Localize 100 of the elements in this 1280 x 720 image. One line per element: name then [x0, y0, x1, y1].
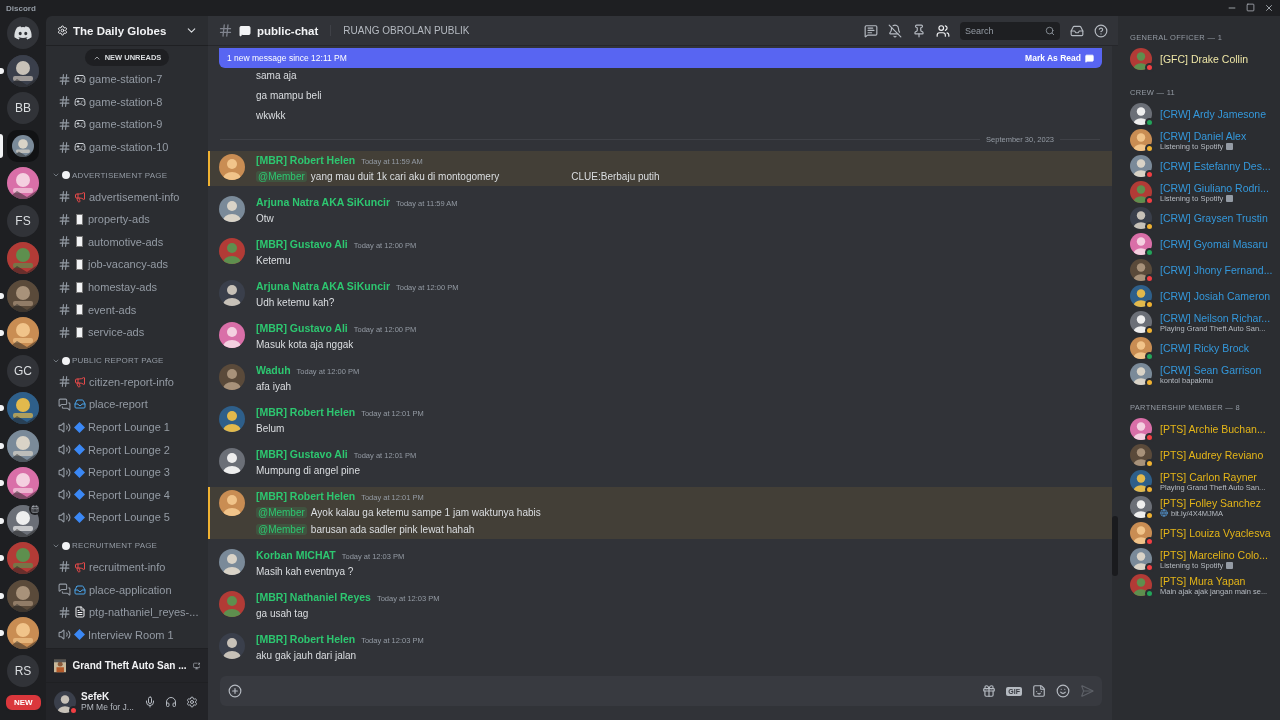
message-author[interactable]: Korban MICHAT [256, 549, 336, 561]
muted-bell-icon[interactable] [888, 23, 902, 38]
channel-item[interactable]: place-report [52, 393, 202, 416]
server-icon[interactable] [7, 617, 39, 649]
server-icon[interactable] [7, 167, 39, 199]
server-icon[interactable]: GC [7, 354, 39, 387]
member-item[interactable]: [CRW] Jhony Fernand... [1130, 257, 1280, 283]
channel-item[interactable]: game-station-10 [52, 135, 202, 159]
member-item[interactable]: [CRW] Gyomai Masaru [1130, 231, 1280, 257]
server-icon[interactable] [7, 504, 39, 537]
emoji-icon[interactable] [1056, 684, 1070, 698]
server-icon[interactable]: BB [7, 92, 39, 124]
channel-item[interactable]: advertisement-info [52, 185, 202, 208]
message-author[interactable]: Waduh [256, 364, 291, 376]
channel-item[interactable]: job-vacancy-ads [52, 253, 202, 276]
scrollbar-thumb[interactable] [1112, 516, 1118, 576]
server-icon[interactable] [7, 429, 39, 462]
avatar [1130, 155, 1152, 177]
server-icon[interactable] [7, 317, 39, 349]
inbox-icon[interactable] [1070, 23, 1084, 38]
channel-item[interactable]: Report Lounge 4 [52, 483, 202, 507]
channel-item[interactable]: ptg-nathaniel_reyes-... [52, 600, 202, 624]
channel-item[interactable]: game-station-8 [52, 90, 202, 114]
channel-item[interactable]: property-ads [52, 207, 202, 231]
hash-icon [58, 235, 71, 249]
server-name[interactable]: The Daily Globes [73, 24, 180, 37]
mention[interactable]: @Member [256, 506, 307, 518]
channel-item[interactable]: place-application [52, 578, 202, 601]
server-icon[interactable] [7, 129, 39, 162]
gift-icon[interactable] [982, 684, 997, 698]
channel-item[interactable]: game-station-9 [52, 113, 202, 136]
member-item[interactable]: [CRW] Josiah Cameron [1130, 283, 1280, 309]
member-item[interactable]: [PTS] Louiza Vyaclesva [1130, 520, 1280, 546]
server-icon[interactable] [7, 579, 39, 612]
mention[interactable]: @Member [256, 523, 307, 535]
avatar [1130, 129, 1152, 151]
server-icon[interactable]: RS [7, 654, 39, 687]
diamond-icon [74, 466, 85, 478]
avatar [1130, 363, 1152, 385]
maximize-icon[interactable] [1246, 3, 1255, 12]
channel-item[interactable]: game-station-7 [52, 68, 202, 91]
hash-icon [58, 560, 71, 574]
mark-as-read-button[interactable]: Mark As Read [1025, 53, 1094, 63]
avatar [219, 591, 245, 617]
channel-item[interactable]: Report Lounge 2 [52, 438, 202, 461]
channel-item[interactable]: Report Lounge 5 [52, 506, 202, 529]
member-name: [PTS] Folley Sanchez [1160, 496, 1261, 509]
sticker-icon[interactable] [1032, 684, 1046, 698]
server-icon[interactable] [7, 467, 39, 499]
category-name[interactable]: ADVERTISEMENT PAGE [72, 170, 168, 180]
members-icon[interactable] [936, 23, 950, 38]
channel-item[interactable]: Interview Room 1 [52, 623, 202, 647]
category-name[interactable]: PUBLIC REPORT PAGE [72, 356, 164, 366]
message-author[interactable]: Arjuna Natra AKA SiKuncir [256, 196, 390, 208]
search-field[interactable]: Search [960, 21, 1060, 40]
server-icon[interactable] [7, 279, 39, 312]
member-item[interactable]: [GFC] Drake Collin [1130, 46, 1280, 72]
gamepad-icon [74, 73, 86, 86]
message-author[interactable]: [MBR] Gustavo Ali [256, 448, 348, 460]
threads-icon[interactable] [864, 23, 878, 38]
server-icon[interactable] [7, 54, 39, 87]
member-item[interactable]: [CRW] Graysen Trustin [1130, 205, 1280, 231]
member-item[interactable]: [CRW] Estefanny Des... [1130, 153, 1280, 179]
globe-icon [1160, 509, 1168, 517]
pin-icon[interactable] [912, 23, 926, 38]
message-author[interactable]: [MBR] Gustavo Ali [256, 322, 348, 334]
message-author[interactable]: [MBR] Robert Helen [256, 633, 356, 645]
message-author[interactable]: [MBR] Nathaniel Reyes [256, 591, 371, 603]
message-author[interactable]: [MBR] Gustavo Ali [256, 238, 348, 250]
hash-icon [58, 257, 71, 271]
add-icon[interactable] [228, 684, 242, 698]
message-author[interactable]: Arjuna Natra AKA SiKuncir [256, 280, 390, 292]
channel-item[interactable]: automotive-ads [52, 230, 202, 254]
channel-item[interactable]: Report Lounge 1 [52, 415, 202, 439]
member-item[interactable]: [PTS] Archie Buchan... [1130, 416, 1280, 442]
channel-item[interactable]: citizen-report-info [52, 370, 202, 394]
activity-panel[interactable]: Grand Theft Auto San ... [46, 648, 208, 682]
close-icon[interactable] [1264, 3, 1274, 13]
server-icon[interactable]: FS [7, 204, 39, 237]
forum-icon [58, 397, 71, 411]
message-author[interactable]: [MBR] Robert Helen [256, 490, 356, 502]
message-author[interactable]: [MBR] Robert Helen [256, 406, 356, 418]
channel-item[interactable]: recruitment-info [52, 555, 202, 579]
server-icon[interactable] [7, 392, 39, 424]
member-item[interactable]: [CRW] Ricky Brock [1130, 335, 1280, 361]
hash-icon [58, 95, 71, 109]
channel-item[interactable]: homestay-ads [52, 275, 202, 299]
new-messages-banner[interactable]: 1 new message since 12:11 PM Mark As Read [219, 48, 1102, 68]
member-item[interactable]: [PTS] Audrey Reviano [1130, 442, 1280, 468]
category-name[interactable]: RECRUITMENT PAGE [72, 541, 158, 551]
channel-item[interactable]: event-ads [52, 298, 202, 321]
message-author[interactable]: [MBR] Robert Helen [256, 154, 356, 166]
server-icon[interactable] [7, 17, 39, 49]
channel-item[interactable]: service-ads [52, 320, 202, 344]
help-icon[interactable] [1094, 23, 1108, 38]
speech-bubble-icon [239, 24, 251, 37]
channel-item[interactable]: Report Lounge 3 [52, 460, 202, 484]
mention[interactable]: @Member [256, 170, 307, 182]
member-item[interactable]: [CRW] Ardy Jamesone [1130, 101, 1280, 127]
avatar [1130, 522, 1152, 544]
